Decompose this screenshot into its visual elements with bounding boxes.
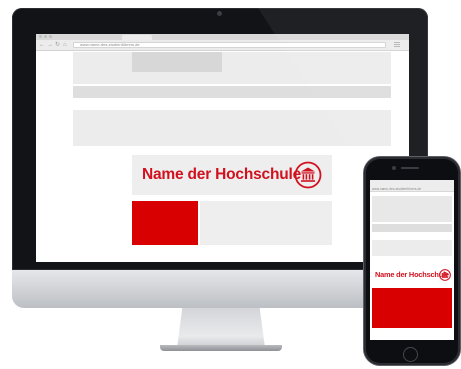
header-placeholder [73,52,391,84]
mobile-navigation-placeholder [372,224,452,232]
content-tile-red[interactable] [132,201,198,245]
mobile-institution-name: Name der Hochschule [375,270,449,279]
institution-name: Name der Hochschule [142,166,302,183]
address-bar[interactable]: www.name-des-studienführers.de [73,42,386,48]
window-close-icon[interactable] [39,35,42,38]
university-building-icon [439,269,451,281]
back-arrow-icon[interactable]: ← [39,41,45,49]
device-mockup-scene: ← → ↻ ⌂ www.name-des-studienführers.de N… [0,0,461,369]
forward-arrow-icon[interactable]: → [47,41,53,49]
camera-icon [217,11,222,16]
desktop-stand [177,308,265,348]
reload-icon[interactable]: ↻ [55,41,60,49]
university-building-icon [294,161,322,189]
smartphone: www.name-des-studienführers.de Name der … [364,157,460,365]
mobile-browser-window: www.name-des-studienführers.de Name der … [370,180,454,340]
mobile-hero-placeholder [372,240,452,256]
address-bar-url: www.name-des-studienführers.de [80,42,140,47]
navigation-placeholder [73,86,391,98]
mobile-header-placeholder [372,196,452,222]
home-icon[interactable]: ⌂ [63,41,67,49]
front-camera-icon [392,166,396,170]
logo-placeholder [132,52,222,72]
mobile-content-tile-red[interactable] [372,288,452,328]
home-button[interactable] [403,347,418,362]
browser-menu-icon[interactable] [394,42,400,47]
speaker-grille [401,167,419,169]
hero-placeholder [73,110,391,146]
content-tile[interactable] [200,201,266,245]
window-minimize-icon[interactable] [44,35,47,38]
mobile-address-bar-url[interactable]: www.name-des-studienführers.de [372,187,421,191]
desktop-browser-window: ← → ↻ ⌂ www.name-des-studienführers.de N… [36,34,409,262]
mobile-browser-bar: www.name-des-studienführers.de [370,180,454,192]
institution-name-banner[interactable]: Name der Hochschule [132,155,332,195]
desktop-foot [160,345,282,351]
mobile-institution-name-banner[interactable]: Name der Hochschule [372,266,452,284]
window-maximize-icon[interactable] [49,35,52,38]
content-tile[interactable] [266,201,332,245]
